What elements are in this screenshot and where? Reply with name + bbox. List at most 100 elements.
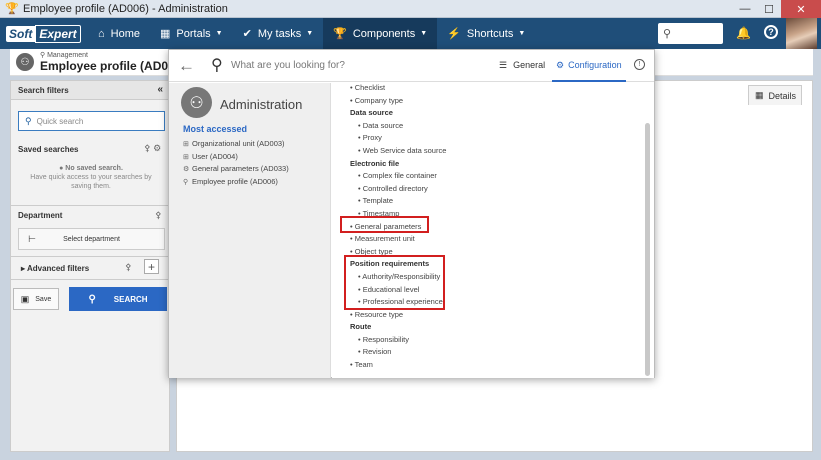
window-title: Employee profile (AD006) - Administratio… [23,2,228,15]
nav-home[interactable]: ⌂ Home [88,18,150,49]
menu-item[interactable]: • Company type [350,95,446,108]
menu-item[interactable]: • Measurement unit [350,233,446,246]
broom-icon[interactable]: ⚴ [155,210,162,221]
saved-searches-title: Saved searches [18,145,79,154]
most-accessed-item[interactable]: ⚙ General parameters (AD033) [183,163,289,176]
user-avatar[interactable] [786,18,817,49]
menu-group-heading: Electronic file [350,158,400,168]
most-accessed-item-label: User (AD004) [192,151,238,161]
tab-general[interactable]: ☰ General [499,60,545,71]
close-icon[interactable]: ✕ [781,0,821,18]
search-label: SEARCH [113,294,148,304]
most-accessed-item[interactable]: ⊞ Organizational unit (AD003) [183,138,289,151]
hierarchy-icon: ⊢ [28,233,36,244]
broom-icon[interactable]: ⚴ [125,262,132,273]
list-icon: ☰ [499,60,508,70]
menu-item[interactable]: • Controlled directory [350,183,446,196]
components-menu: ← ⚲ What are you looking for? ☰ General ⚙… [168,49,655,378]
info-icon: ● [59,165,64,172]
search-filters-title: Search filters [18,85,69,95]
save-label: Save [35,295,52,303]
chevron-down-icon: ▼ [420,30,428,37]
trophy-icon: 🏆 [333,28,347,40]
scrollbar[interactable] [645,123,650,376]
nav-components-label: Components [352,27,416,40]
window-titlebar: 🏆 Employee profile (AD006) - Administrat… [0,0,821,18]
gear-icon[interactable]: ⚙ [153,143,161,153]
menu-item[interactable]: • Template [350,195,446,208]
no-saved-search-message: ● No saved search. Have quick access to … [23,164,159,191]
save-icon: ▣ [20,293,30,304]
chevron-down-icon: ▼ [215,30,223,37]
highlight-general-parameters [340,216,429,233]
portals-icon: ▦ [160,28,171,40]
nav-shortcuts[interactable]: ⚡ Shortcuts ▼ [437,18,535,49]
arrow-left-icon[interactable]: ← [178,56,195,76]
info-icon[interactable]: ! [634,59,645,70]
search-icon: ⚲ [663,28,672,40]
nav-my-tasks-label: My tasks [257,27,302,40]
tab-configuration[interactable]: ⚙ Configuration [552,50,626,82]
user-profile-icon: ⚇ [16,53,34,71]
maximize-icon[interactable]: ☐ [757,0,781,18]
save-button[interactable]: ▣ Save [13,288,59,310]
menu-search-input[interactable]: What are you looking for? [231,60,345,71]
menu-item[interactable]: • Resource type [350,309,446,322]
help-icon[interactable]: ? [764,25,778,39]
tab-details[interactable]: ▦ Details [748,85,802,105]
advanced-filters-toggle[interactable]: ▸ Advanced filters [21,264,89,273]
plus-square-icon: ⊞ [183,141,189,148]
global-search-input[interactable]: ⚲ [658,23,723,44]
administration-icon: ⚇ [181,87,212,118]
breadcrumb[interactable]: ⚲ Management [40,51,88,59]
search-filters-panel: Search filters « ⚲ Quick search Saved se… [10,80,170,452]
menu-item[interactable]: • Proxy [350,132,446,145]
no-saved-desc: Have quick access to your searches by sa… [30,174,152,190]
minimize-icon[interactable]: — [733,0,757,18]
trophy-icon: 🏆 [5,2,19,15]
highlight-position-requirements [344,255,445,310]
menu-item[interactable]: • Complex file container [350,170,446,183]
menu-item[interactable]: • Checklist [350,83,446,95]
search-button[interactable]: ⚲ SEARCH [69,287,167,311]
no-saved-title: No saved search. [65,165,123,172]
chevron-down-icon: ▼ [518,30,526,37]
softexpert-logo[interactable]: Soft Expert [0,18,88,49]
check-icon: ✔ [242,28,252,40]
most-accessed-list: ⊞ Organizational unit (AD003) ⊞ User (AD004… [183,138,289,188]
divider [11,205,169,206]
menu-item[interactable]: • Revision [350,346,446,359]
menu-item[interactable]: • Team [350,359,446,372]
quick-search-input[interactable]: ⚲ Quick search [18,111,165,131]
window-controls: — ☐ ✕ [733,0,821,18]
menu-item[interactable]: • Data source [350,120,446,133]
divider [11,279,169,280]
nav-components[interactable]: 🏆 Components ▼ [323,18,438,49]
most-accessed-item-label: Employee profile (AD006) [192,176,278,186]
select-department-label: Select department [63,235,120,243]
bell-icon[interactable]: 🔔 [736,26,751,40]
quick-search-placeholder: Quick search [36,116,84,126]
nav-portals-label: Portals [176,27,211,40]
calendar-icon: ▦ [755,90,764,100]
chevron-down-icon: ▼ [306,30,314,37]
most-accessed-item[interactable]: ⚲ Employee profile (AD006) [183,176,289,189]
broom-icon[interactable]: ⚴ [144,143,151,153]
nav-portals[interactable]: ▦ Portals ▼ [150,18,233,49]
most-accessed-item-label: Organizational unit (AD003) [192,139,285,148]
search-filters-header: Search filters « [11,81,169,100]
most-accessed-item[interactable]: ⊞ User (AD004) [183,151,289,164]
menu-group-heading: Route [350,322,372,332]
menu-item[interactable]: • Responsibility [350,334,446,347]
menu-item[interactable]: • Web Service data source [350,145,446,158]
menu-group-heading: Data source [350,108,393,118]
collapse-icon[interactable]: « [157,84,163,95]
gear-icon: ⚙ [183,166,190,173]
select-department-button[interactable]: ⊢ Select department [18,228,165,250]
nav-home-label: Home [110,27,140,40]
add-filter-button[interactable]: + [144,259,159,274]
lightning-icon: ⚡ [447,28,461,40]
top-navigation: Soft Expert ⌂ Home ▦ Portals ▼ ✔ My tasks… [0,18,821,49]
administration-title: Administration [220,97,303,112]
nav-my-tasks[interactable]: ✔ My tasks ▼ [233,18,324,49]
